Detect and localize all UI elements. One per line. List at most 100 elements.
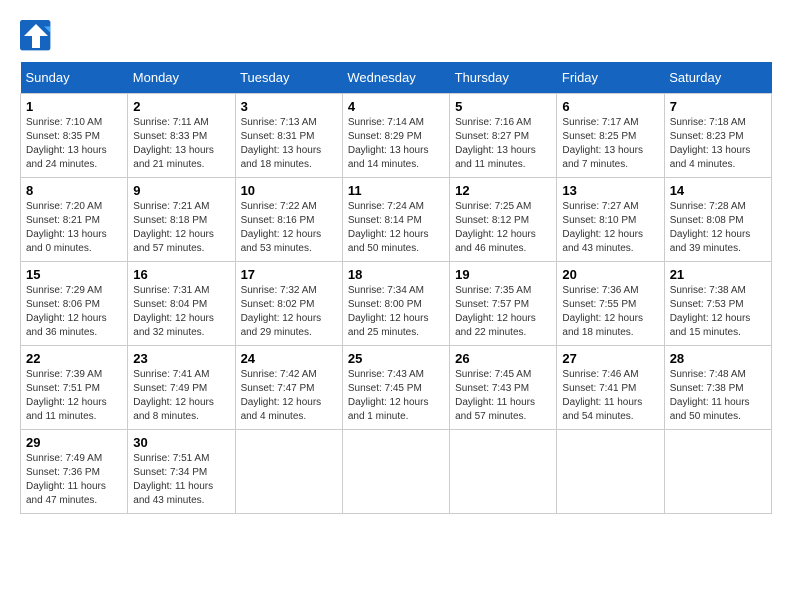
day-info: Sunrise: 7:20 AMSunset: 8:21 PMDaylight:… (26, 200, 122, 256)
day-info: Sunrise: 7:21 AMSunset: 8:18 PMDaylight:… (133, 200, 229, 256)
calendar-cell: 29Sunrise: 7:49 AMSunset: 7:36 PMDayligh… (21, 430, 128, 514)
week-row-1: 1 Sunrise: 7:10 AMSunset: 8:35 PMDaylight… (21, 94, 772, 178)
calendar-cell: 10 Sunrise: 7:22 AMSunset: 8:16 PMDayligh… (235, 178, 342, 262)
day-info: Sunrise: 7:43 AMSunset: 7:45 PMDaylight:… (348, 368, 444, 424)
day-number: 22 (26, 351, 122, 366)
day-info: Sunrise: 7:10 AMSunset: 8:35 PMDaylight:… (26, 116, 122, 172)
calendar-cell: 15 Sunrise: 7:29 AMSunset: 8:06 PMDayligh… (21, 262, 128, 346)
day-info: Sunrise: 7:28 AMSunset: 8:08 PMDaylight:… (670, 200, 766, 256)
day-number: 26 (455, 351, 551, 366)
day-number: 13 (562, 183, 658, 198)
day-number: 23 (133, 351, 229, 366)
calendar-cell (450, 430, 557, 514)
week-row-2: 8 Sunrise: 7:20 AMSunset: 8:21 PMDaylight… (21, 178, 772, 262)
week-row-4: 22 Sunrise: 7:39 AMSunset: 7:51 PMDayligh… (21, 346, 772, 430)
calendar-cell: 23 Sunrise: 7:41 AMSunset: 7:49 PMDayligh… (128, 346, 235, 430)
day-number: 24 (241, 351, 337, 366)
calendar-cell (557, 430, 664, 514)
day-info: Sunrise: 7:32 AMSunset: 8:02 PMDaylight:… (241, 284, 337, 340)
day-number: 6 (562, 99, 658, 114)
calendar-table: SundayMondayTuesdayWednesdayThursdayFrid… (20, 62, 772, 514)
calendar-cell: 3Sunrise: 7:13 AMSunset: 8:31 PMDaylight… (235, 94, 342, 178)
day-number: 17 (241, 267, 337, 282)
day-info: Sunrise: 7:11 AMSunset: 8:33 PMDaylight:… (133, 116, 229, 172)
calendar-cell: 13 Sunrise: 7:27 AMSunset: 8:10 PMDayligh… (557, 178, 664, 262)
day-info: Sunrise: 7:24 AMSunset: 8:14 PMDaylight:… (348, 200, 444, 256)
day-info: Sunrise: 7:18 AMSunset: 8:23 PMDaylight:… (670, 116, 766, 172)
calendar-cell: 4 Sunrise: 7:14 AMSunset: 8:29 PMDaylight… (342, 94, 449, 178)
day-number: 20 (562, 267, 658, 282)
calendar-cell: 22 Sunrise: 7:39 AMSunset: 7:51 PMDayligh… (21, 346, 128, 430)
calendar-cell: 2 Sunrise: 7:11 AMSunset: 8:33 PMDaylight… (128, 94, 235, 178)
day-number: 25 (348, 351, 444, 366)
calendar-header-row: SundayMondayTuesdayWednesdayThursdayFrid… (21, 62, 772, 94)
day-number: 16 (133, 267, 229, 282)
day-number: 15 (26, 267, 122, 282)
day-info: Sunrise: 7:16 AMSunset: 8:27 PMDaylight:… (455, 116, 551, 172)
day-number: 1 (26, 99, 122, 114)
day-info: Sunrise: 7:36 AMSunset: 7:55 PMDaylight:… (562, 284, 658, 340)
day-number: 28 (670, 351, 766, 366)
day-number: 11 (348, 183, 444, 198)
day-info: Sunrise: 7:34 AMSunset: 8:00 PMDaylight:… (348, 284, 444, 340)
calendar-cell: 26Sunrise: 7:45 AMSunset: 7:43 PMDayligh… (450, 346, 557, 430)
calendar-cell: 18 Sunrise: 7:34 AMSunset: 8:00 PMDayligh… (342, 262, 449, 346)
day-number: 10 (241, 183, 337, 198)
calendar-cell: 27Sunrise: 7:46 AMSunset: 7:41 PMDayligh… (557, 346, 664, 430)
day-info: Sunrise: 7:25 AMSunset: 8:12 PMDaylight:… (455, 200, 551, 256)
column-header-thursday: Thursday (450, 62, 557, 94)
calendar-cell (664, 430, 771, 514)
week-row-3: 15 Sunrise: 7:29 AMSunset: 8:06 PMDayligh… (21, 262, 772, 346)
day-info: Sunrise: 7:48 AMSunset: 7:38 PMDaylight:… (670, 368, 766, 424)
day-number: 8 (26, 183, 122, 198)
column-header-sunday: Sunday (21, 62, 128, 94)
day-number: 2 (133, 99, 229, 114)
day-info: Sunrise: 7:49 AMSunset: 7:36 PMDaylight:… (26, 452, 122, 508)
day-info: Sunrise: 7:14 AMSunset: 8:29 PMDaylight:… (348, 116, 444, 172)
calendar-cell: 8 Sunrise: 7:20 AMSunset: 8:21 PMDaylight… (21, 178, 128, 262)
day-info: Sunrise: 7:29 AMSunset: 8:06 PMDaylight:… (26, 284, 122, 340)
day-info: Sunrise: 7:38 AMSunset: 7:53 PMDaylight:… (670, 284, 766, 340)
calendar-cell: 14 Sunrise: 7:28 AMSunset: 8:08 PMDayligh… (664, 178, 771, 262)
day-info: Sunrise: 7:22 AMSunset: 8:16 PMDaylight:… (241, 200, 337, 256)
day-number: 18 (348, 267, 444, 282)
column-header-friday: Friday (557, 62, 664, 94)
day-number: 14 (670, 183, 766, 198)
day-info: Sunrise: 7:46 AMSunset: 7:41 PMDaylight:… (562, 368, 658, 424)
day-number: 7 (670, 99, 766, 114)
column-header-saturday: Saturday (664, 62, 771, 94)
logo (20, 20, 54, 52)
calendar-cell (235, 430, 342, 514)
calendar-cell: 1 Sunrise: 7:10 AMSunset: 8:35 PMDaylight… (21, 94, 128, 178)
calendar-cell: 30Sunrise: 7:51 AMSunset: 7:34 PMDayligh… (128, 430, 235, 514)
column-header-wednesday: Wednesday (342, 62, 449, 94)
page-header (20, 20, 772, 52)
calendar-cell: 17 Sunrise: 7:32 AMSunset: 8:02 PMDayligh… (235, 262, 342, 346)
day-number: 3 (241, 99, 337, 114)
calendar-cell: 7 Sunrise: 7:18 AMSunset: 8:23 PMDaylight… (664, 94, 771, 178)
day-info: Sunrise: 7:39 AMSunset: 7:51 PMDaylight:… (26, 368, 122, 424)
calendar-cell: 11 Sunrise: 7:24 AMSunset: 8:14 PMDayligh… (342, 178, 449, 262)
calendar-cell (342, 430, 449, 514)
day-number: 4 (348, 99, 444, 114)
day-number: 9 (133, 183, 229, 198)
calendar-cell: 25 Sunrise: 7:43 AMSunset: 7:45 PMDayligh… (342, 346, 449, 430)
day-info: Sunrise: 7:42 AMSunset: 7:47 PMDaylight:… (241, 368, 337, 424)
calendar-cell: 20 Sunrise: 7:36 AMSunset: 7:55 PMDayligh… (557, 262, 664, 346)
calendar-cell: 9 Sunrise: 7:21 AMSunset: 8:18 PMDaylight… (128, 178, 235, 262)
day-info: Sunrise: 7:17 AMSunset: 8:25 PMDaylight:… (562, 116, 658, 172)
day-number: 5 (455, 99, 551, 114)
calendar-cell: 16 Sunrise: 7:31 AMSunset: 8:04 PMDayligh… (128, 262, 235, 346)
column-header-tuesday: Tuesday (235, 62, 342, 94)
day-info: Sunrise: 7:35 AMSunset: 7:57 PMDaylight:… (455, 284, 551, 340)
day-info: Sunrise: 7:41 AMSunset: 7:49 PMDaylight:… (133, 368, 229, 424)
day-info: Sunrise: 7:27 AMSunset: 8:10 PMDaylight:… (562, 200, 658, 256)
day-number: 12 (455, 183, 551, 198)
calendar-cell: 24 Sunrise: 7:42 AMSunset: 7:47 PMDayligh… (235, 346, 342, 430)
calendar-cell: 5 Sunrise: 7:16 AMSunset: 8:27 PMDaylight… (450, 94, 557, 178)
day-info: Sunrise: 7:31 AMSunset: 8:04 PMDaylight:… (133, 284, 229, 340)
day-info: Sunrise: 7:51 AMSunset: 7:34 PMDaylight:… (133, 452, 229, 508)
calendar-cell: 21Sunrise: 7:38 AMSunset: 7:53 PMDayligh… (664, 262, 771, 346)
day-number: 19 (455, 267, 551, 282)
column-header-monday: Monday (128, 62, 235, 94)
